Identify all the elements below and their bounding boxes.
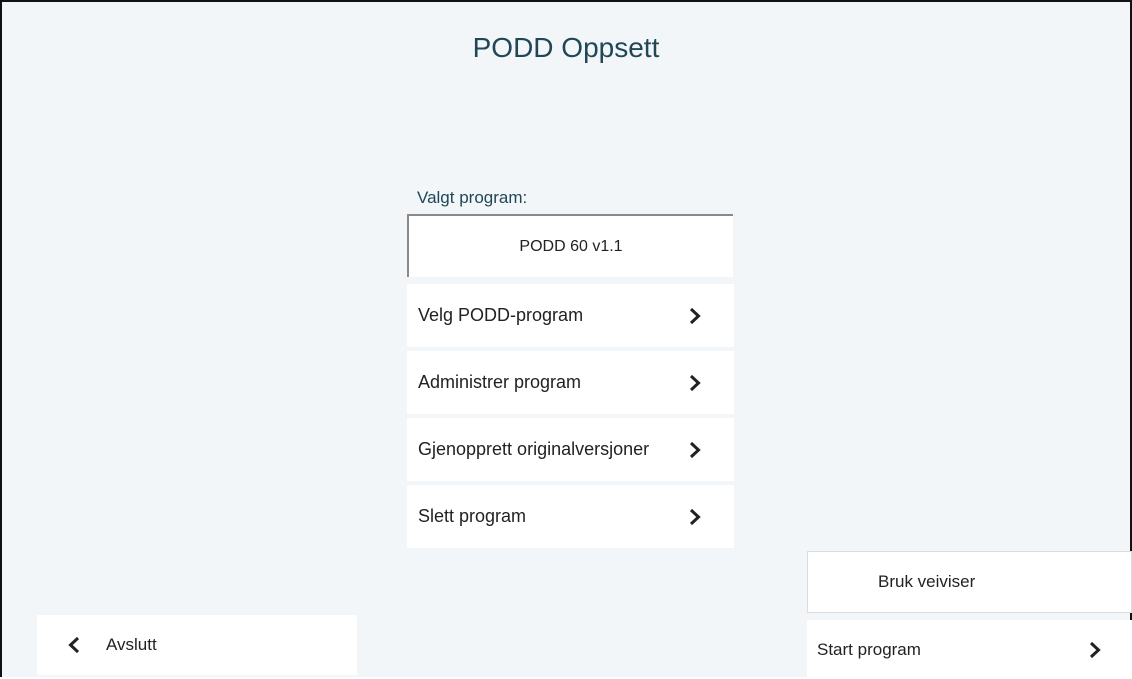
manage-program-button[interactable]: Administrer program [407, 351, 734, 414]
exit-button[interactable]: Avslutt [37, 615, 357, 675]
wizard-label: Bruk veiviser [878, 572, 976, 591]
menu-item-label: Velg PODD-program [418, 305, 584, 325]
choose-program-button[interactable]: Velg PODD-program [407, 284, 734, 347]
restore-originals-button[interactable]: Gjenopprett originalversjoner [407, 418, 734, 481]
chevron-right-icon [688, 307, 702, 325]
selected-program-value: PODD 60 v1.1 [519, 237, 623, 255]
start-label: Start program [817, 639, 921, 659]
start-program-button[interactable]: Start program [807, 620, 1132, 679]
menu-item-label: Gjenopprett originalversjoner [418, 439, 650, 459]
use-wizard-button[interactable]: Bruk veiviser [807, 551, 1132, 613]
chevron-right-icon [688, 374, 702, 392]
chevron-right-icon [688, 508, 702, 526]
exit-label: Avslutt [106, 635, 157, 654]
delete-program-button[interactable]: Slett program [407, 485, 734, 548]
menu-item-label: Slett program [418, 506, 527, 526]
chevron-right-icon [688, 441, 702, 459]
selected-program-label: Valgt program: [417, 188, 528, 207]
menu-item-label: Administrer program [418, 372, 582, 392]
page-title: PODD Oppsett [472, 32, 660, 63]
app-window: PODD Oppsett Valgt program: PODD 60 v1.1… [0, 0, 1132, 679]
chevron-left-icon [67, 636, 81, 654]
selected-program-field: PODD 60 v1.1 [407, 214, 733, 277]
chevron-right-icon [1088, 641, 1102, 659]
